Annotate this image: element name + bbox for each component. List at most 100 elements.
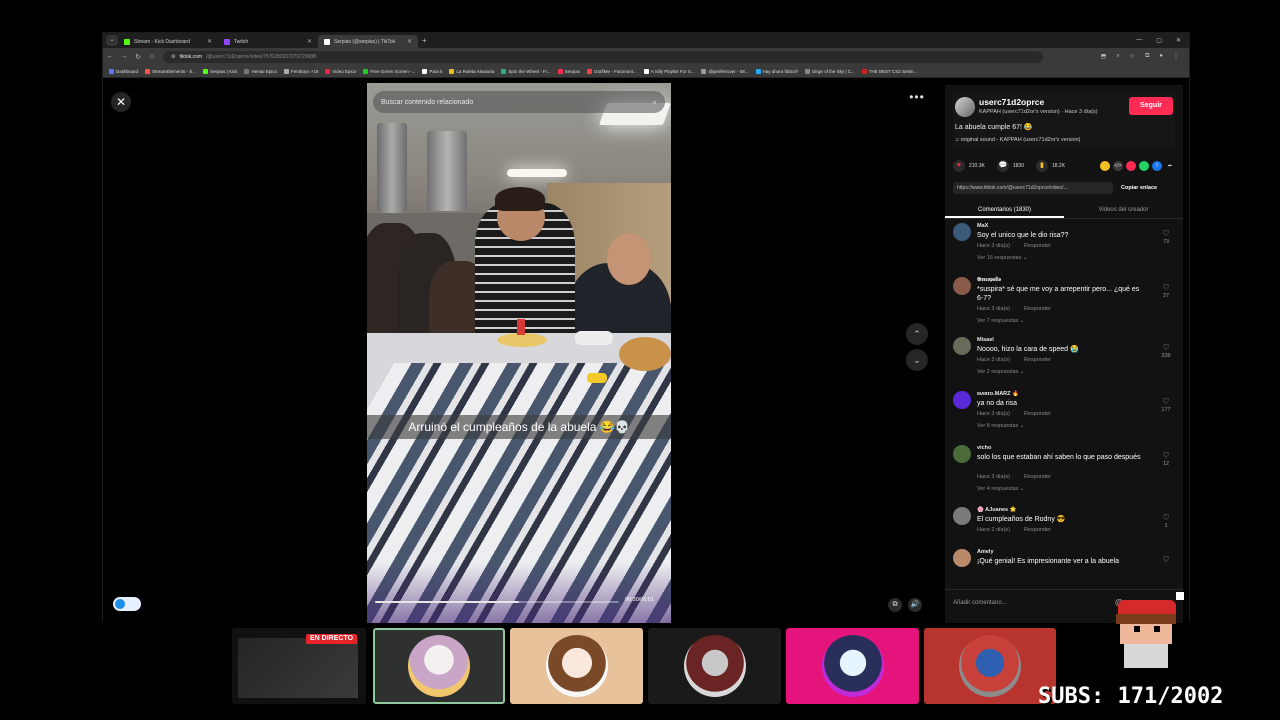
miniplayer-icon[interactable]: ⧉ <box>888 598 902 612</box>
coin-icon[interactable] <box>1100 161 1110 171</box>
reply-button[interactable]: Responder <box>1024 411 1051 417</box>
close-video-button[interactable]: ✕ <box>111 92 131 112</box>
view-replies-button[interactable]: Ver 2 respuestas ⌄ <box>977 369 1024 375</box>
commenter-avatar[interactable] <box>953 337 971 355</box>
bookmark-item[interactable]: La Ruleta Aleatoria <box>449 68 494 74</box>
bookmark-item[interactable]: Hay ahora fútbol? <box>755 68 798 74</box>
bookmark-item[interactable]: A Silly Playlist For S... <box>643 68 694 74</box>
new-tab-button[interactable]: + <box>422 36 427 45</box>
commenter-avatar[interactable] <box>953 277 971 295</box>
heart-icon[interactable]: ♥ <box>953 160 965 172</box>
heart-outline-icon[interactable]: ♡ <box>1162 229 1169 238</box>
bookmark-item[interactable]: Dashboard <box>109 68 138 74</box>
heart-outline-icon[interactable]: ♡ <box>1162 555 1169 564</box>
address-bar[interactable]: ⚙ tiktok.com /@userc71d2oprce/video/7570… <box>163 50 1043 63</box>
close-icon[interactable]: ✕ <box>407 38 412 45</box>
comment-like[interactable]: ♡ 1 <box>1159 513 1173 529</box>
close-icon[interactable]: ✕ <box>207 38 212 45</box>
bookmark-item[interactable]: Video Epico <box>325 68 356 74</box>
comment-like[interactable]: ♡ 73 <box>1159 229 1173 245</box>
reply-button[interactable]: Responder <box>1024 527 1051 533</box>
bookmark-item[interactable]: Femboys +18 <box>283 68 318 74</box>
commenter-name[interactable]: ᴍᴀʀɪᴏ.MARZ 🔥 <box>977 391 1019 397</box>
zoom-icon[interactable]: ⌕ <box>1116 53 1119 60</box>
commenter-name[interactable]: vicho <box>977 445 991 451</box>
tab-twitch[interactable]: Twitch ✕ <box>218 35 318 48</box>
commenter-avatar[interactable] <box>953 223 971 241</box>
heart-outline-icon[interactable]: ♡ <box>1162 343 1169 352</box>
more-options-icon[interactable]: ••• <box>905 91 929 108</box>
follow-button[interactable]: Seguir <box>1129 97 1173 115</box>
bookmark-item[interactable]: @jamferrover - 08... <box>701 68 749 74</box>
reply-button[interactable]: Responder <box>1024 474 1051 480</box>
close-icon[interactable]: ✕ <box>307 38 312 45</box>
install-icon[interactable]: ⬒ <box>1101 53 1107 60</box>
bookmark-item[interactable]: THE BEST CS2 Settin... <box>861 68 917 74</box>
tab-kick-dashboard[interactable]: Stream - Kick Dashboard ✕ <box>118 35 218 48</box>
view-replies-button[interactable]: Ver 4 respuestas ⌄ <box>977 486 1024 492</box>
tab-tiktok[interactable]: Serpias (@serpias) | TikTok ✕ <box>318 35 418 48</box>
comment-like[interactable]: ♡ 12 <box>1159 451 1173 467</box>
bookmark-item[interactable]: StreamElements - S... <box>145 68 196 74</box>
heart-outline-icon[interactable]: ♡ <box>1162 513 1169 522</box>
commenter-avatar[interactable] <box>953 549 971 567</box>
share-arrow-icon[interactable]: ➦ <box>1165 161 1175 171</box>
maximize-icon[interactable]: ▢ <box>1156 37 1162 44</box>
comment-icon[interactable]: 💬 <box>996 160 1009 172</box>
bookmark-item[interactable]: Serpias | Kick <box>203 68 237 74</box>
reply-button[interactable]: Responder <box>1024 357 1051 363</box>
bookmark-item[interactable]: Free Green Screen -... <box>363 68 415 74</box>
tab-creator-videos[interactable]: Videos del creador <box>1064 201 1183 218</box>
search-icon[interactable]: ⌕ <box>652 97 657 108</box>
autoscroll-toggle[interactable] <box>113 597 141 611</box>
reply-button[interactable]: Responder <box>1024 306 1051 312</box>
extensions-icon[interactable]: ⧉ <box>1145 53 1149 60</box>
author-avatar[interactable] <box>955 97 975 117</box>
tab-comments[interactable]: Comentarios (1830) <box>945 201 1064 218</box>
video-player[interactable]: Buscar contenido relacionado ⌕ Arruinó e… <box>367 83 671 623</box>
heart-outline-icon[interactable]: ♡ <box>1162 283 1169 292</box>
author-username[interactable]: userc71d2oprce <box>979 97 1044 107</box>
comment-like[interactable]: ♡ <box>1159 555 1173 565</box>
reload-icon[interactable]: ↻ <box>131 53 145 61</box>
view-replies-button[interactable]: Ver 7 respuestas ⌄ <box>977 318 1024 324</box>
sound-link[interactable]: ♫ original sound - KAPPAH (userc71d2or's… <box>955 137 1081 143</box>
commenter-name[interactable]: 🌸 AJuanes 🌟 <box>977 507 1016 513</box>
embed-icon[interactable]: </> <box>1113 161 1123 171</box>
volume-icon[interactable]: 🔊 <box>908 598 922 612</box>
bookmark-icon[interactable]: ▮ <box>1035 160 1048 172</box>
home-icon[interactable]: ⌂ <box>145 53 159 60</box>
close-window-icon[interactable]: ✕ <box>1176 37 1181 44</box>
commenter-name[interactable]: Misael <box>977 337 994 343</box>
menu-icon[interactable]: ⋮ <box>1173 53 1179 60</box>
comment-like[interactable]: ♡ 339 <box>1159 343 1173 359</box>
profile-icon[interactable]: ● <box>1159 53 1163 60</box>
commenter-name[interactable]: Amely <box>977 549 994 555</box>
facebook-icon[interactable]: f <box>1152 161 1162 171</box>
back-icon[interactable]: ← <box>103 53 117 60</box>
commenter-avatar[interactable] <box>953 507 971 525</box>
whatsapp-icon[interactable] <box>1139 161 1149 171</box>
comment-like[interactable]: ♡ 27 <box>1159 283 1173 299</box>
view-replies-button[interactable]: Ver 8 respuestas ⌄ <box>977 423 1024 429</box>
reply-button[interactable]: Responder <box>1024 243 1051 249</box>
bookmark-item[interactable]: Hentai Epico <box>244 68 277 74</box>
comment-like[interactable]: ♡ 177 <box>1159 397 1173 413</box>
commenter-avatar[interactable] <box>953 391 971 409</box>
bookmark-item[interactable]: GrafiMe - Fotomont... <box>586 68 637 74</box>
bookmark-item[interactable]: Dirge of the Sky | C... <box>805 68 855 74</box>
tab-search-icon[interactable]: ⌄ <box>106 35 118 46</box>
commenter-avatar[interactable] <box>953 445 971 463</box>
star-icon[interactable]: ☆ <box>1130 53 1135 60</box>
commenter-name[interactable]: 𝕲𝖗𝖊𝖈𝖔𝖕𝖔𝖑𝖎𝖘 <box>977 277 1001 284</box>
bookmark-item[interactable]: Serpias <box>557 68 580 74</box>
video-progress-bar[interactable] <box>375 601 619 603</box>
view-replies-button[interactable]: Ver 16 respuestas ⌄ <box>977 255 1027 261</box>
previous-video-button[interactable]: ⌃ <box>906 323 928 345</box>
forward-icon[interactable]: → <box>117 53 131 60</box>
bookmark-item[interactable]: Para ti <box>422 68 442 74</box>
heart-outline-icon[interactable]: ♡ <box>1162 397 1169 406</box>
minimize-icon[interactable]: — <box>1136 37 1142 44</box>
heart-outline-icon[interactable]: ♡ <box>1162 451 1169 460</box>
send-icon[interactable] <box>1126 161 1136 171</box>
